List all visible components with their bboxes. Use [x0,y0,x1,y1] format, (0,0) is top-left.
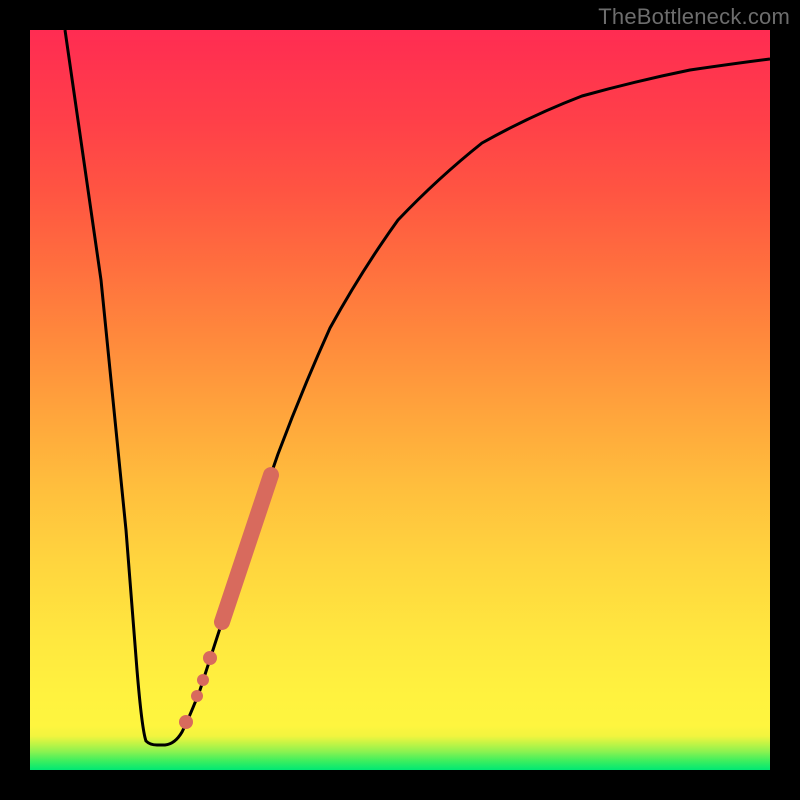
highlight-dot [203,651,217,665]
plot-area [30,30,770,770]
highlight-dot [179,715,193,729]
watermark-label: TheBottleneck.com [598,4,790,30]
highlight-dot [191,690,203,702]
chart-svg [30,30,770,770]
bottleneck-curve [65,30,770,745]
highlight-segment [222,475,271,622]
highlight-dot [197,674,209,686]
chart-frame: TheBottleneck.com [0,0,800,800]
